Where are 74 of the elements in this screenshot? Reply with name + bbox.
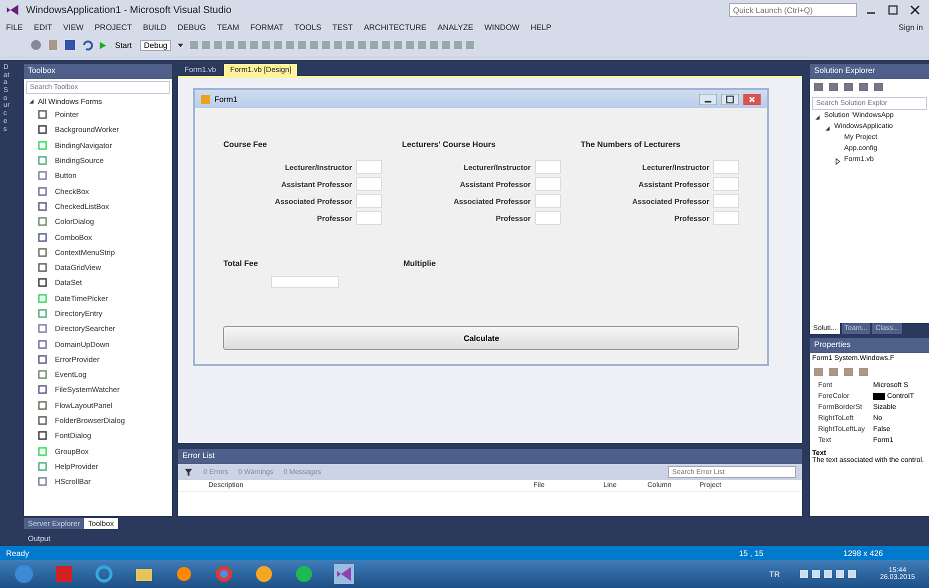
expander-icon[interactable] (834, 158, 842, 165)
input-field[interactable] (534, 177, 561, 191)
menu-item[interactable]: FORMAT (250, 22, 284, 32)
menu-item[interactable]: PROJECT (94, 22, 132, 32)
panel-header: Toolbox (24, 64, 172, 79)
configuration-dropdown[interactable]: Debug (140, 40, 172, 50)
menu-item[interactable]: ARCHITECTURE (364, 22, 426, 32)
caret-icon[interactable] (176, 40, 186, 50)
filter-icon[interactable] (184, 468, 194, 476)
form-title: Form1 (214, 94, 238, 104)
menu-item[interactable]: FILE (6, 22, 23, 32)
group-heading: The Numbers of Lecturers (580, 140, 680, 149)
expander-icon[interactable] (824, 125, 832, 132)
close-button[interactable] (743, 94, 762, 104)
maximize-button[interactable] (721, 94, 740, 104)
menu-item[interactable]: EDIT (34, 22, 52, 32)
app-logo-icon (6, 3, 20, 17)
menu-item[interactable]: VIEW (63, 22, 84, 32)
quick-launch-field[interactable]: Quick Launch (Ctrl+Q) (729, 3, 857, 17)
total-label: Total Fee (223, 259, 258, 268)
new-project-icon[interactable] (47, 39, 59, 51)
input-field[interactable] (534, 194, 561, 208)
maximize-icon[interactable] (888, 5, 898, 15)
panel-header: Properties (810, 338, 929, 353)
input-field[interactable] (534, 211, 561, 225)
app-icon[interactable] (54, 564, 74, 584)
visual-studio-icon[interactable] (334, 564, 354, 584)
menu-item[interactable]: WINDOW (484, 22, 520, 32)
color-swatch-icon (873, 393, 886, 400)
back-icon[interactable] (30, 39, 42, 51)
total-field[interactable] (271, 276, 340, 288)
browser-icon[interactable] (214, 564, 234, 584)
panel-header: Error List (178, 449, 802, 464)
app-icon[interactable] (254, 564, 274, 584)
input-field[interactable] (356, 211, 382, 225)
expander-icon[interactable] (814, 114, 822, 121)
status-text: Ready (6, 548, 30, 558)
input-field[interactable] (713, 194, 740, 208)
cursor-position: 15 , 15 (738, 548, 764, 558)
input-field[interactable] (356, 194, 382, 208)
close-icon[interactable] (910, 5, 920, 15)
input-field[interactable] (713, 160, 740, 174)
save-icon[interactable] (64, 39, 76, 51)
input-field[interactable] (713, 211, 740, 225)
panel-header: Solution Explorer (810, 64, 929, 79)
music-app-icon[interactable] (294, 564, 314, 584)
media-player-icon[interactable] (174, 564, 194, 584)
menu-item[interactable]: DEBUG (178, 22, 206, 32)
menu-item[interactable]: BUILD (142, 22, 166, 32)
language-indicator[interactable]: TR (769, 570, 780, 578)
start-orb-icon[interactable] (14, 564, 34, 584)
input-field[interactable] (713, 177, 740, 191)
browser-icon[interactable] (94, 564, 114, 584)
window-title: WindowsApplication1 - Microsoft Visual Studio (26, 4, 232, 16)
form-icon (201, 94, 210, 104)
expander-icon[interactable] (28, 98, 35, 105)
play-icon[interactable] (98, 40, 107, 50)
menu-item[interactable]: TEAM (216, 22, 240, 32)
group-heading: Lecturers' Course Hours (402, 140, 496, 149)
selection-size: 1298 x 426 (843, 548, 883, 558)
menu-item[interactable]: HELP (530, 22, 552, 32)
calculate-button[interactable]: Calculate (223, 326, 740, 350)
minimize-button[interactable] (699, 94, 718, 104)
start-button[interactable]: Start (112, 40, 135, 50)
input-field[interactable] (356, 160, 382, 174)
input-field[interactable] (534, 160, 561, 174)
menu-item[interactable]: TOOLS (294, 22, 322, 32)
menu-item[interactable]: ANALYZE (437, 22, 474, 32)
sign-in-link[interactable]: Sign in (898, 22, 923, 32)
undo-icon[interactable] (81, 39, 93, 51)
group-heading: Course Fee (223, 140, 267, 149)
input-field[interactable] (356, 177, 382, 191)
menu-item[interactable]: TEST (332, 22, 353, 32)
multiple-label: Multiplie (403, 259, 436, 268)
